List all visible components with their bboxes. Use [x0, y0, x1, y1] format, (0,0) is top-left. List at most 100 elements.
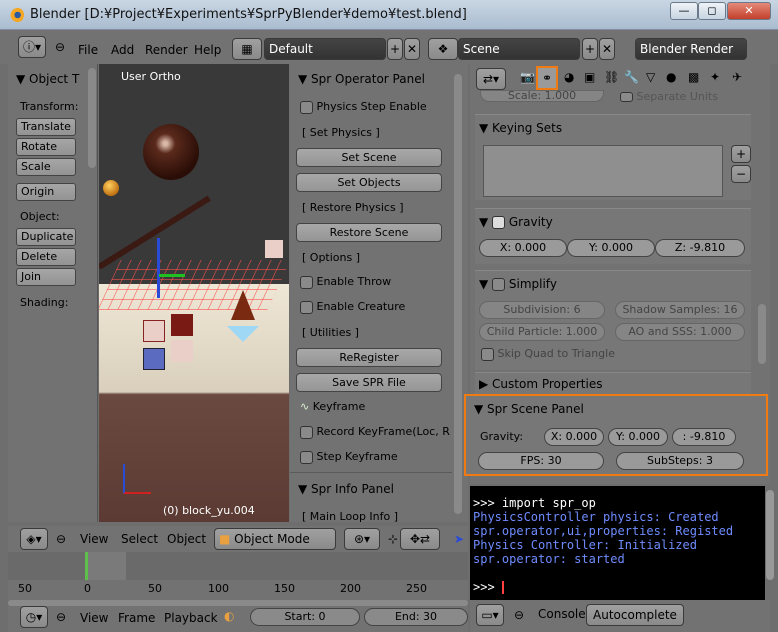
menu-file[interactable]: File: [78, 43, 98, 57]
physics-tab-icon[interactable]: ✈: [732, 70, 742, 84]
layout-field[interactable]: Default: [264, 38, 386, 60]
properties-scrollbar[interactable]: [758, 304, 766, 364]
keying-add-button[interactable]: +: [731, 145, 751, 163]
spr-operator-title[interactable]: ▼ Spr Operator Panel: [298, 72, 425, 86]
end-frame-field[interactable]: End: 30: [364, 608, 468, 626]
scene-field[interactable]: Scene: [458, 38, 580, 60]
menu-help[interactable]: Help: [194, 43, 221, 57]
duplicate-button[interactable]: Duplicate: [16, 228, 76, 246]
step-keyframe-row[interactable]: Step Keyframe: [300, 450, 398, 464]
enable-throw-checkbox[interactable]: [300, 275, 313, 289]
child-particle-field[interactable]: Child Particle: 1.000: [479, 323, 605, 341]
rotate-button[interactable]: Rotate: [16, 138, 76, 156]
spr-info-title[interactable]: ▼ Spr Info Panel: [298, 482, 394, 496]
manipulator-y-axis[interactable]: [159, 274, 185, 277]
record-keyframe-checkbox[interactable]: [300, 425, 313, 439]
close-button[interactable]: ✕: [727, 2, 771, 20]
keying-sets-header[interactable]: ▼ Keying Sets: [479, 121, 562, 135]
physics-step-row[interactable]: Physics Step Enable: [300, 100, 427, 114]
maximize-button[interactable]: ◻: [698, 2, 726, 20]
separate-units-row[interactable]: Separate Units: [620, 90, 718, 103]
console-editor-icon[interactable]: ▭▾: [476, 604, 504, 626]
menu-render[interactable]: Render: [145, 43, 188, 57]
spr-panel-scrollbar[interactable]: [454, 74, 462, 514]
join-button[interactable]: Join: [16, 268, 76, 286]
scene-add-button[interactable]: +: [582, 38, 598, 60]
skip-quad-checkbox[interactable]: [481, 347, 494, 361]
manipulator-icon[interactable]: ✥⇄: [400, 528, 440, 550]
gravity-x-field[interactable]: X: 0.000: [479, 239, 567, 257]
timeline-scrollbar[interactable]: [8, 600, 468, 606]
substeps-field[interactable]: SubSteps: 3: [616, 452, 744, 470]
translate-button[interactable]: Translate: [16, 118, 76, 136]
timeline-editor-icon[interactable]: ◷▾: [20, 606, 48, 628]
menu-select[interactable]: Select: [121, 532, 158, 546]
tool-shelf-scrollbar[interactable]: [88, 68, 96, 168]
python-console[interactable]: >>> import spr_op PhysicsController phys…: [470, 486, 765, 600]
scene-icon[interactable]: ❖: [428, 38, 458, 60]
custom-properties-header[interactable]: ▶ Custom Properties: [479, 377, 602, 391]
constraints-tab-icon[interactable]: ⛓: [604, 70, 619, 84]
shading-select-icon[interactable]: ⊛▾: [344, 528, 380, 550]
keyframe-row[interactable]: ∿ Keyframe: [300, 400, 365, 413]
gravity-y-field[interactable]: Y: 0.000: [567, 239, 655, 257]
keying-remove-button[interactable]: −: [731, 165, 751, 183]
object-tab-icon[interactable]: ▣: [584, 70, 595, 84]
info-editor-type-icon[interactable]: ⓘ▾: [18, 36, 46, 58]
manipulator-z-axis[interactable]: [157, 238, 160, 298]
minimize-button[interactable]: —: [670, 2, 698, 20]
separate-units-checkbox[interactable]: [620, 92, 633, 102]
layout-icon[interactable]: ▦: [232, 38, 262, 60]
collapse-icon[interactable]: ⊖: [55, 40, 65, 54]
editor-type-icon[interactable]: ⇄▾: [476, 68, 506, 90]
ao-sss-field[interactable]: AO and SSS: 1.000: [615, 323, 745, 341]
timeline-menu-frame[interactable]: Frame: [118, 611, 155, 625]
menu-view[interactable]: View: [80, 532, 108, 546]
timeline-menu-playback[interactable]: Playback: [164, 611, 218, 625]
enable-creature-checkbox[interactable]: [300, 300, 313, 314]
gravity-header[interactable]: ▼ Gravity: [479, 215, 553, 229]
enable-throw-row[interactable]: Enable Throw: [300, 275, 391, 289]
save-spr-button[interactable]: Save SPR File: [296, 373, 442, 392]
set-objects-button[interactable]: Set Objects: [296, 173, 442, 192]
restore-scene-button[interactable]: Restore Scene: [296, 223, 442, 242]
start-frame-field[interactable]: Start: 0: [250, 608, 360, 626]
data-tab-icon[interactable]: ▽: [646, 70, 655, 84]
layout-add-button[interactable]: +: [387, 38, 403, 60]
menu-add[interactable]: Add: [111, 43, 134, 57]
mode-select[interactable]: ■ Object Mode: [214, 528, 336, 550]
current-frame-marker[interactable]: [85, 552, 88, 582]
spr-gravity-x-field[interactable]: X: 0.000: [544, 428, 604, 446]
fps-field[interactable]: FPS: 30: [478, 452, 604, 470]
autocomplete-button[interactable]: Autocomplete: [586, 604, 684, 626]
pivot-icon[interactable]: ⊹: [388, 532, 398, 546]
scale-field[interactable]: Scale: 1.000: [480, 90, 604, 102]
physics-step-checkbox[interactable]: [300, 100, 313, 114]
preview-range-icon[interactable]: ◐: [224, 609, 234, 623]
scene-tab-icon[interactable]: ⚭: [536, 66, 558, 90]
render-engine-select[interactable]: Blender Render: [635, 38, 747, 60]
custom-properties-panel[interactable]: ▶ Custom Properties: [475, 372, 751, 394]
reregister-button[interactable]: ReRegister: [296, 348, 442, 367]
collapse-icon-timeline[interactable]: ⊖: [56, 610, 66, 624]
keying-sets-list[interactable]: [483, 145, 723, 197]
enable-creature-row[interactable]: Enable Creature: [300, 300, 405, 314]
texture-tab-icon[interactable]: ▩: [688, 70, 699, 84]
modifiers-tab-icon[interactable]: 🔧: [624, 70, 639, 84]
gravity-z-field[interactable]: Z: -9.810: [655, 239, 745, 257]
origin-button[interactable]: Origin: [16, 183, 76, 201]
delete-button[interactable]: Delete: [16, 248, 76, 266]
render-tab-icon[interactable]: 📷: [520, 70, 535, 84]
shadow-samples-field[interactable]: Shadow Samples: 16: [615, 301, 745, 319]
spr-gravity-z-field[interactable]: : -9.810: [672, 428, 736, 446]
collapse-icon-3d[interactable]: ⊖: [56, 532, 66, 546]
gravity-checkbox[interactable]: [492, 216, 506, 229]
step-keyframe-checkbox[interactable]: [300, 450, 313, 464]
particles-tab-icon[interactable]: ✦: [710, 70, 720, 84]
console-prompt-row[interactable]: >>>: [473, 580, 762, 594]
snap-arrow-icon[interactable]: ➤: [454, 532, 464, 546]
set-scene-button[interactable]: Set Scene: [296, 148, 442, 167]
view3d-editor-icon[interactable]: ◈▾: [20, 528, 48, 550]
world-tab-icon[interactable]: ◕: [564, 70, 574, 84]
simplify-checkbox[interactable]: [492, 278, 506, 291]
